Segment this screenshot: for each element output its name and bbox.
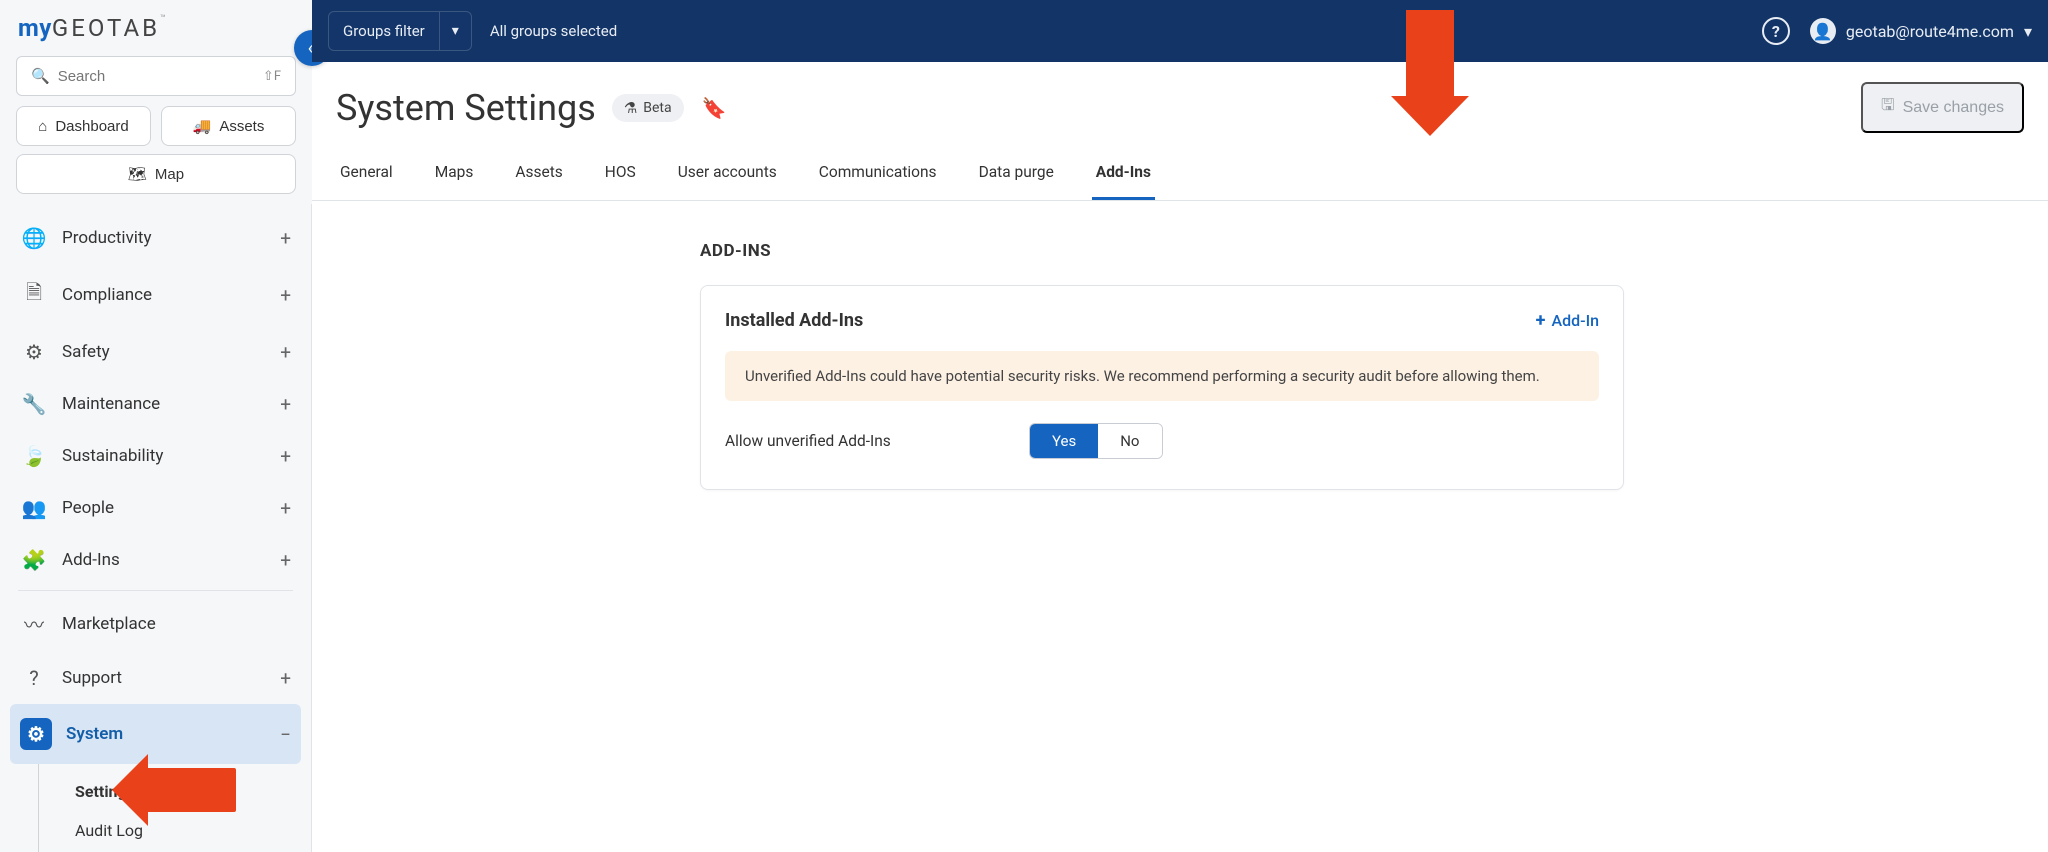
sidebar-item-marketplace[interactable]: 〰Marketplace xyxy=(10,595,301,652)
globe-icon: 🌐 xyxy=(20,226,48,250)
search-input[interactable] xyxy=(58,68,263,85)
tab-user-accounts[interactable]: User accounts xyxy=(674,149,781,200)
page-title: System Settings xyxy=(336,87,596,129)
sidebar-item-system[interactable]: ⚙System− xyxy=(10,704,301,764)
assets-label: Assets xyxy=(219,118,264,135)
annotation-arrow-down xyxy=(1406,10,1454,100)
sidebar-item-sustainability[interactable]: 🍃Sustainability+ xyxy=(10,430,301,482)
doc-icon: 🗎 xyxy=(20,278,48,312)
expand-icon[interactable]: + xyxy=(280,393,291,416)
map-label: Map xyxy=(155,166,184,183)
assets-button[interactable]: 🚚 Assets xyxy=(161,106,296,146)
search-shortcut: ⇧F xyxy=(263,69,281,84)
expand-icon[interactable]: + xyxy=(280,497,291,520)
map-button[interactable]: 🗺 Map xyxy=(16,154,296,194)
main: Groups filter ▾ All groups selected ? 👤 … xyxy=(312,0,2048,852)
allow-unverified-row: Allow unverified Add-Ins Yes No xyxy=(725,423,1599,459)
brand-logo[interactable]: myGEOTAB™ xyxy=(0,0,312,56)
allow-unverified-toggle[interactable]: Yes No xyxy=(1029,423,1163,459)
help-button[interactable]: ? xyxy=(1762,17,1790,45)
toggle-no[interactable]: No xyxy=(1098,424,1161,458)
tab-hos[interactable]: HOS xyxy=(601,149,640,200)
nav-divider xyxy=(18,590,293,591)
topbar: Groups filter ▾ All groups selected ? 👤 … xyxy=(312,0,2048,62)
tab-communications[interactable]: Communications xyxy=(815,149,941,200)
sidebar-item-people[interactable]: 👥People+ xyxy=(10,482,301,534)
home-icon: ⌂ xyxy=(38,118,47,135)
allow-unverified-label: Allow unverified Add-Ins xyxy=(725,432,1029,450)
installed-addins-card: Installed Add-Ins +Add-In Unverified Add… xyxy=(700,285,1624,490)
expand-icon[interactable]: + xyxy=(280,284,291,307)
tab-maps[interactable]: Maps xyxy=(431,149,478,200)
sidebar-item-addins[interactable]: 🧩Add-Ins+ xyxy=(10,534,301,586)
groups-filter-label: Groups filter xyxy=(329,22,439,40)
chevron-down-icon: ▾ xyxy=(2024,22,2032,41)
chevron-down-icon: ▾ xyxy=(439,12,471,50)
expand-icon[interactable]: + xyxy=(280,549,291,572)
brand-part1: my xyxy=(18,14,52,42)
user-avatar-icon: 👤 xyxy=(1810,18,1836,44)
card-title: Installed Add-Ins xyxy=(725,310,863,331)
bookmark-button[interactable]: 🔖 xyxy=(702,96,727,120)
toggle-yes[interactable]: Yes xyxy=(1030,424,1098,458)
content-area: ADD-INS Installed Add-Ins +Add-In Unveri… xyxy=(312,201,2048,852)
brand-part2: GEOTAB xyxy=(52,14,160,42)
expand-icon[interactable]: + xyxy=(280,227,291,250)
add-addin-button[interactable]: +Add-In xyxy=(1536,310,1599,331)
tab-general[interactable]: General xyxy=(336,149,397,200)
annotation-arrow-left xyxy=(146,768,236,812)
dashboard-label: Dashboard xyxy=(55,118,128,135)
groups-filter-dropdown[interactable]: Groups filter ▾ xyxy=(328,11,472,51)
tabs: General Maps Assets HOS User accounts Co… xyxy=(312,149,2048,201)
save-icon: 🖫 xyxy=(1881,94,1895,121)
sidebar-item-maintenance[interactable]: 🔧Maintenance+ xyxy=(10,378,301,430)
gear-icon: ⚙ xyxy=(20,718,52,750)
leaf-icon: 🍃 xyxy=(20,444,48,468)
security-warning: Unverified Add-Ins could have potential … xyxy=(725,351,1599,401)
sidebar-item-compliance[interactable]: 🗎Compliance+ xyxy=(10,264,301,326)
sidebar-subitem-auditlog[interactable]: Audit Log xyxy=(67,811,301,850)
flask-icon: ⚗ xyxy=(624,99,637,117)
tab-addins[interactable]: Add-Ins xyxy=(1092,149,1155,200)
expand-icon[interactable]: + xyxy=(280,341,291,364)
marketplace-icon: 〰 xyxy=(20,609,48,638)
sidebar-item-productivity[interactable]: 🌐Productivity+ xyxy=(10,212,301,264)
search-box[interactable]: 🔍 ⇧F xyxy=(16,56,296,96)
save-changes-button[interactable]: 🖫Save changes xyxy=(1861,82,2024,133)
puzzle-icon: 🧩 xyxy=(20,548,48,572)
page-header: System Settings ⚗Beta 🔖 🖫Save changes xyxy=(312,62,2048,149)
user-menu[interactable]: 👤 geotab@route4me.com ▾ xyxy=(1810,18,2032,44)
map-icon: 🗺 xyxy=(128,165,147,183)
sidebar-item-support[interactable]: ?Support+ xyxy=(10,652,301,704)
sidebar-item-safety[interactable]: ⚙Safety+ xyxy=(10,326,301,378)
tab-data-purge[interactable]: Data purge xyxy=(975,149,1058,200)
groups-selection-text: All groups selected xyxy=(490,22,617,40)
expand-icon[interactable]: + xyxy=(280,667,291,690)
dashboard-button[interactable]: ⌂ Dashboard xyxy=(16,106,151,146)
wrench-icon: 🔧 xyxy=(20,392,48,416)
search-icon: 🔍 xyxy=(31,67,50,85)
truck-icon: 🚚 xyxy=(193,117,212,135)
sidebar: myGEOTAB™ « 🔍 ⇧F ⌂Dashboard 🚚Assets 🗺Map… xyxy=(0,0,312,852)
people-icon: 👥 xyxy=(20,496,48,520)
help-icon: ? xyxy=(20,666,48,690)
plus-icon: + xyxy=(1536,310,1546,331)
question-icon: ? xyxy=(1772,22,1780,41)
beta-chip[interactable]: ⚗Beta xyxy=(612,94,684,122)
expand-icon[interactable]: + xyxy=(280,445,291,468)
user-email: geotab@route4me.com xyxy=(1846,22,2014,41)
nav-list: 🌐Productivity+ 🗎Compliance+ ⚙Safety+ 🔧Ma… xyxy=(0,204,312,852)
brand-tm: ™ xyxy=(160,14,166,24)
safety-icon: ⚙ xyxy=(20,340,48,364)
tab-assets[interactable]: Assets xyxy=(511,149,566,200)
collapse-icon[interactable]: − xyxy=(280,723,291,746)
section-title: ADD-INS xyxy=(700,241,2048,261)
